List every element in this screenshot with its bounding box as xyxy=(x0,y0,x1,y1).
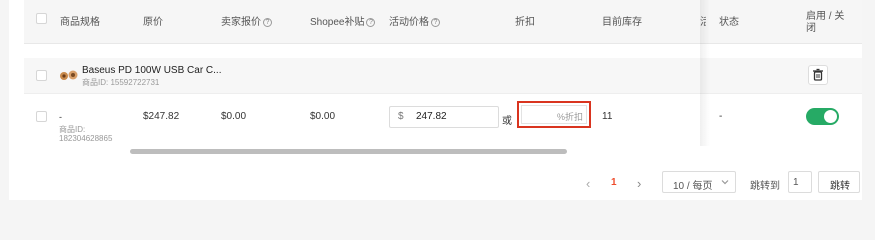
product-checkbox[interactable] xyxy=(36,70,47,81)
delete-button[interactable] xyxy=(808,65,828,85)
prev-page-button[interactable]: ‹ xyxy=(586,176,590,191)
horizontal-scrollbar[interactable] xyxy=(130,149,567,154)
header-shopee-subsidy: Shopee补贴? xyxy=(310,13,376,28)
goto-input[interactable] xyxy=(788,171,812,193)
currency-prefix: $ xyxy=(398,111,404,122)
stock-value: 11 xyxy=(602,111,613,122)
header-status: 状态 xyxy=(719,17,739,28)
goto-value: 1 xyxy=(793,177,799,188)
header-spec: 商品规格 xyxy=(60,17,100,28)
header-seller-price: 卖家报价? xyxy=(221,13,272,28)
promo-price-value: 247.82 xyxy=(416,111,447,122)
help-icon[interactable]: ? xyxy=(366,17,376,27)
fixed-column-shadow xyxy=(700,0,710,146)
variant-name: - xyxy=(59,112,62,122)
header-enable: 启用 / 关 闭 xyxy=(806,11,845,34)
goto-label: 跳转到 xyxy=(750,181,780,192)
help-icon[interactable]: ? xyxy=(263,17,272,27)
status-value: - xyxy=(719,111,723,122)
product-thumbnail xyxy=(60,70,78,80)
next-page-button[interactable]: › xyxy=(637,176,641,191)
header-discount: 折扣 xyxy=(515,17,535,28)
help-icon[interactable]: ? xyxy=(431,17,440,27)
goto-button-label: 跳转 xyxy=(830,181,850,192)
enable-toggle[interactable] xyxy=(806,108,839,125)
select-all-checkbox[interactable] xyxy=(36,13,47,24)
shopee-subsidy-value: $0.00 xyxy=(310,111,336,122)
variant-id-value: 182304628865 xyxy=(59,134,113,143)
product-group-row xyxy=(24,58,862,94)
trash-icon xyxy=(813,68,823,81)
original-price-value: $247.82 xyxy=(143,111,180,122)
seller-price-value: $0.00 xyxy=(221,111,247,122)
discount-placeholder: %折扣 xyxy=(557,112,584,122)
header-promo-price: 活动价格? xyxy=(389,13,440,28)
product-id: 商品ID: 15592722731 xyxy=(82,78,160,87)
header-original-price: 原价 xyxy=(143,17,163,28)
page-size-value: 10 / 每页 xyxy=(673,181,713,192)
current-page[interactable]: 1 xyxy=(611,177,617,188)
header-stock: 目前库存 xyxy=(602,17,642,28)
chevron-down-icon xyxy=(721,180,729,185)
product-name[interactable]: Baseus PD 100W USB Car C... xyxy=(82,65,222,76)
variant-checkbox[interactable] xyxy=(36,111,47,122)
toggle-knob xyxy=(824,110,837,123)
or-label: 或 xyxy=(502,116,512,127)
